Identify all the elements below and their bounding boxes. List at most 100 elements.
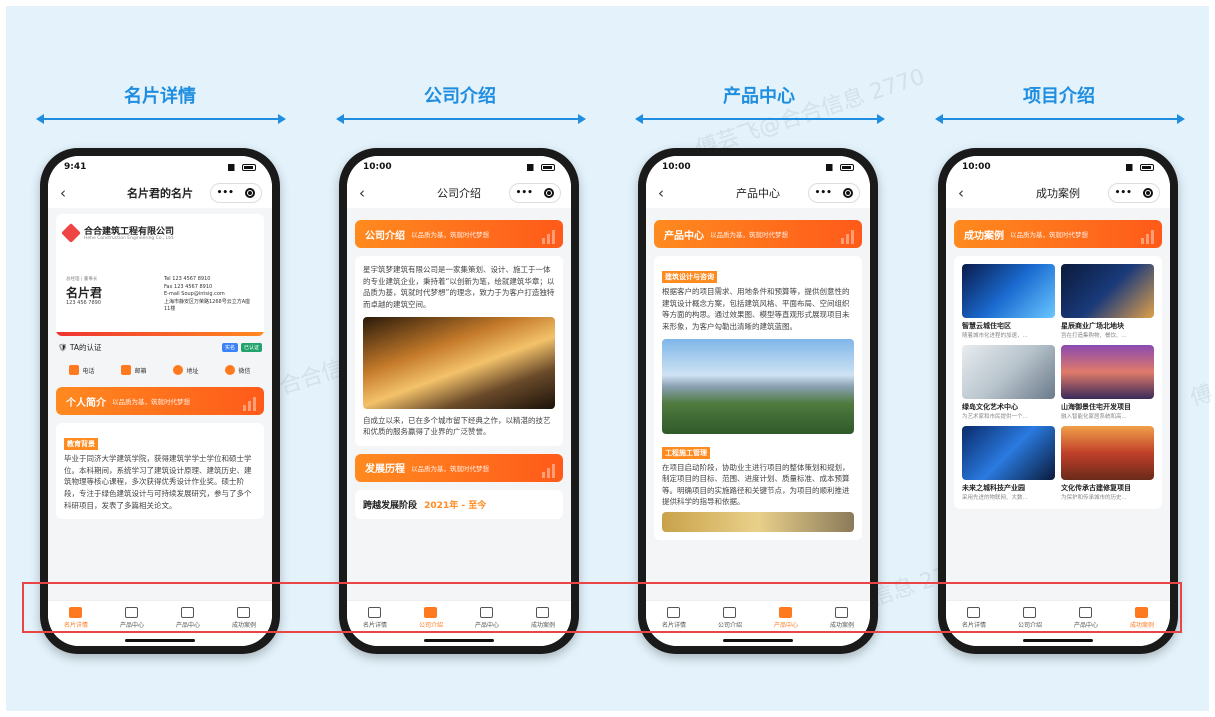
nav-bar: ‹ 公司介绍 ••• <box>347 178 571 208</box>
tabbar-highlight-box <box>22 582 1182 633</box>
business-card[interactable]: 合合建筑工程有限公司 Hehe Construction Engineering… <box>56 214 264 336</box>
email-label: 邮箱 <box>134 367 147 375</box>
column-title-product: 产品中心 <box>723 86 795 107</box>
case-desc: 为艺术家和市民提供一个... <box>962 414 1028 420</box>
more-icon[interactable]: ••• <box>815 188 832 198</box>
intro-text: 毕业于同济大学建筑学院，获得建筑学学士学位和硕士学位。本科期间，系统学习了建筑设… <box>64 454 252 510</box>
verify-text: TA的认证 <box>69 343 102 352</box>
status-bar: 10:00 <box>946 156 1170 178</box>
status-bar: 9:41 <box>48 156 272 178</box>
mini-program-capsule[interactable]: ••• <box>808 183 860 203</box>
banner-subtitle: 以品质为基，筑就时代梦想 <box>710 231 788 239</box>
back-icon[interactable]: ‹ <box>958 184 964 202</box>
case-image <box>962 426 1055 480</box>
back-icon[interactable]: ‹ <box>359 184 365 202</box>
case-title: 未来之城科技产业园 <box>962 484 1025 492</box>
section-banner: 发展历程 以品质为基，筑就时代梦想 <box>355 453 563 482</box>
more-icon[interactable]: ••• <box>1115 188 1132 198</box>
banner-subtitle: 以品质为基，筑就时代梦想 <box>411 464 489 473</box>
badge-verified: 已认证 <box>240 343 262 352</box>
company-name-en: Hehe Construction Engineering Co., Ltd. <box>84 236 175 241</box>
case-title: 文化传承古建修复项目 <box>1061 484 1131 492</box>
section-banner: 产品中心 以品质为基，筑就时代梦想 <box>654 220 862 248</box>
case-title: 山海御景住宅开发项目 <box>1061 403 1131 411</box>
section-banner: 个人简介 以品质为基，筑就时代梦想 <box>56 387 264 415</box>
banner-title: 产品中心 <box>664 230 704 242</box>
page-title: 公司介绍 <box>437 187 481 200</box>
banner-title: 个人简介 <box>66 397 106 409</box>
call-label: 电话 <box>82 367 95 375</box>
status-time: 10:00 <box>363 162 392 172</box>
case-item[interactable]: 星辰商业广场北地块 旨在打造集购物、餐饮、... <box>1061 264 1154 339</box>
case-image <box>1061 264 1154 318</box>
more-icon[interactable]: ••• <box>217 188 234 198</box>
contact-tel: Tel 123 4567 8910 <box>164 276 211 282</box>
case-desc: 旨在打造集购物、餐饮、... <box>1061 333 1127 339</box>
person-phone: 123 456 7890 <box>66 300 101 306</box>
banner-subtitle: 以品质为基，筑就时代梦想 <box>1010 231 1088 239</box>
banner-title: 发展历程 <box>365 464 405 476</box>
close-target-icon[interactable] <box>843 188 854 198</box>
case-item[interactable]: 文化传承古建修复项目 为保护和传承城市的历史... <box>1061 426 1154 501</box>
case-desc: 为保护和传承城市的历史... <box>1061 495 1127 501</box>
banner-subtitle: 以品质为基，筑就时代梦想 <box>112 398 190 406</box>
company-text: 星宇筑梦建筑有限公司是一家集策划、设计、施工于一体的专业建筑企业，秉持着“以创新… <box>363 265 555 309</box>
arrow-divider <box>36 114 286 124</box>
nav-bar: ‹ 产品中心 ••• <box>646 178 870 208</box>
phone-card-detail: 9:41 ‹ 名片君的名片 ••• 合合建筑工程有限公司 Hehe Constr… <box>40 148 280 654</box>
section-tag: 教育背景 <box>64 438 98 450</box>
case-image <box>1061 345 1154 399</box>
phone-screen: 10:00 ‹ 产品中心 ••• 产品中心 以品质为基，筑就时代梦想 建筑设计与… <box>646 156 870 646</box>
case-title: 绿岛文化艺术中心 <box>962 403 1018 411</box>
home-indicator <box>723 639 793 642</box>
banner-bars-icon <box>841 230 854 244</box>
back-icon[interactable]: ‹ <box>60 184 66 202</box>
close-target-icon[interactable] <box>245 188 256 198</box>
section-tag: 工程施工管理 <box>662 446 710 459</box>
case-item[interactable]: 智慧云城住宅区 随着城市化进程的加速，... <box>962 264 1055 339</box>
battery-icon <box>840 163 854 171</box>
mini-program-capsule[interactable]: ••• <box>509 183 561 203</box>
building-photo <box>363 316 555 409</box>
phone-screen: 9:41 ‹ 名片君的名片 ••• 合合建筑工程有限公司 Hehe Constr… <box>48 156 272 646</box>
more-icon[interactable]: ••• <box>516 188 533 198</box>
status-bar: 10:00 <box>646 156 870 178</box>
signal-icon <box>1126 163 1137 171</box>
page-title: 成功案例 <box>1036 187 1080 200</box>
company-logo-icon <box>61 223 81 243</box>
card-stripe <box>56 332 264 336</box>
mini-program-capsule[interactable]: ••• <box>210 183 262 203</box>
city-photo <box>662 338 854 434</box>
call-button[interactable]: 电话 <box>69 365 95 375</box>
wechat-label: 微信 <box>238 367 251 375</box>
phone-product-center: 10:00 ‹ 产品中心 ••• 产品中心 以品质为基，筑就时代梦想 建筑设计与… <box>638 148 878 654</box>
construction-photo <box>662 512 854 532</box>
case-item[interactable]: 未来之城科技产业园 采用先进的物联网、大数... <box>962 426 1055 501</box>
status-time: 10:00 <box>662 162 691 172</box>
mini-program-capsule[interactable]: ••• <box>1108 183 1160 203</box>
email-button[interactable]: 邮箱 <box>121 365 147 375</box>
stage-label: 跨越发展阶段 <box>363 500 418 511</box>
banner-bars-icon <box>542 230 555 244</box>
contact-info: Tel 123 4567 8910 Fax 123 4567 8910 E-ma… <box>164 276 254 314</box>
address-label: 地址 <box>186 367 199 375</box>
wechat-button[interactable]: 微信 <box>225 365 251 375</box>
product-card: 建筑设计与咨询 根据客户的项目需求、用地条件和预算等，提供创意性的建筑设计概念方… <box>654 256 862 540</box>
verify-row[interactable]: 🛡 TA的认证 实名 已认证 <box>56 336 264 359</box>
banner-bars-icon <box>243 397 256 411</box>
address-button[interactable]: 地址 <box>173 365 199 375</box>
back-icon[interactable]: ‹ <box>658 184 664 202</box>
case-item[interactable]: 绿岛文化艺术中心 为艺术家和市民提供一个... <box>962 345 1055 420</box>
banner-bars-icon <box>1141 230 1154 244</box>
battery-icon <box>1140 163 1154 171</box>
phone-screen: 10:00 ‹ 公司介绍 ••• 公司介绍 以品质为基，筑就时代梦想 星宇筑梦建… <box>347 156 571 646</box>
close-target-icon[interactable] <box>1143 188 1154 198</box>
history-card: 跨越发展阶段 2021年 - 至今 <box>355 489 563 519</box>
close-target-icon[interactable] <box>544 188 555 198</box>
page-title: 名片君的名片 <box>127 187 193 200</box>
person-role: 总经理 | 董事长 <box>66 277 98 282</box>
product-text: 根据客户的项目需求、用地条件和预算等，提供创意性的建筑设计概念方案，包括建筑风格… <box>662 287 850 331</box>
column-title-project: 项目介绍 <box>1023 86 1095 107</box>
case-item[interactable]: 山海御景住宅开发项目 融入智能化家居系统和高... <box>1061 345 1154 420</box>
case-desc: 采用先进的物联网、大数... <box>962 495 1028 501</box>
